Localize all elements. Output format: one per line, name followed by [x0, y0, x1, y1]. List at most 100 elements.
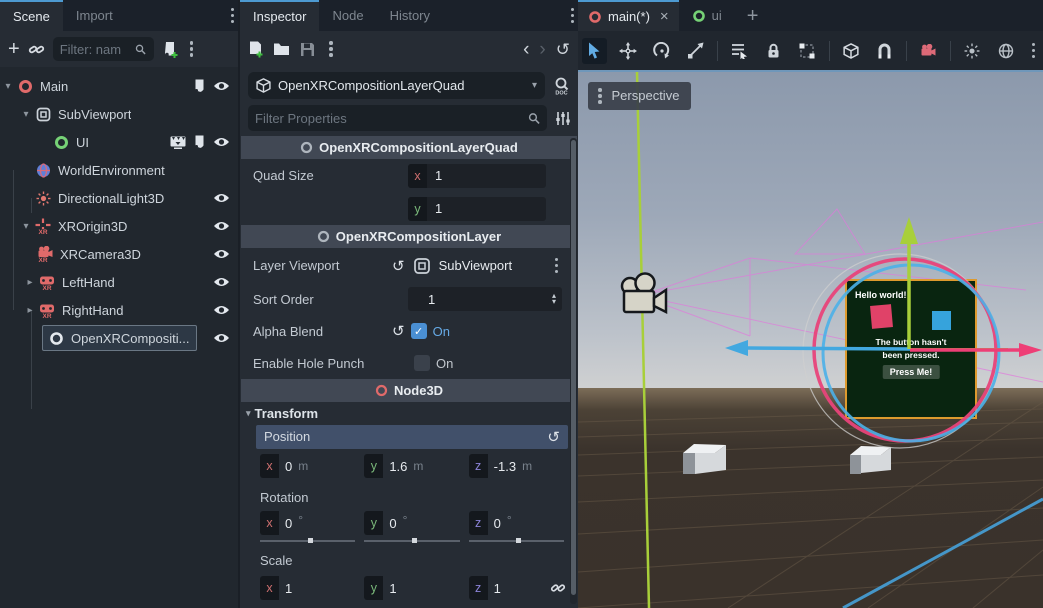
visibility-eye-icon[interactable]: [213, 136, 230, 148]
visibility-eye-icon[interactable]: [213, 248, 230, 260]
snap-magnet-button[interactable]: [872, 38, 897, 64]
save-resource-icon[interactable]: [300, 42, 315, 57]
spinner-arrows-icon[interactable]: ▴▾: [552, 293, 558, 305]
rotation-y-slider[interactable]: [364, 538, 459, 543]
rotate-tool-button[interactable]: [650, 38, 675, 64]
revert-icon[interactable]: ↺: [392, 322, 405, 340]
tree-row-worldenvironment[interactable]: WorldEnvironment: [0, 156, 238, 184]
lock-button[interactable]: [761, 38, 786, 64]
scene-tab-ui[interactable]: ui: [679, 0, 735, 31]
preview-sunlight-button[interactable]: [960, 38, 985, 64]
scene-toolbar-menu-icon[interactable]: [186, 39, 198, 59]
select-list-button[interactable]: [727, 38, 752, 64]
new-scene-tab-icon[interactable]: +: [735, 6, 771, 26]
history-back-icon[interactable]: ‹: [523, 40, 529, 59]
camera-preview-button[interactable]: [916, 38, 941, 64]
resource-options-icon[interactable]: [551, 256, 563, 276]
revert-icon[interactable]: ↺: [392, 257, 405, 275]
tree-row-subviewport[interactable]: ▾ SubViewport: [0, 100, 238, 128]
tab-inspector[interactable]: Inspector: [240, 0, 319, 31]
inspector-dock-menu-icon[interactable]: [567, 6, 579, 26]
alpha-blend-checkbox[interactable]: ✓: [411, 323, 427, 339]
tree-row-directionallight3d[interactable]: DirectionalLight3D: [0, 184, 238, 212]
preview-environment-button[interactable]: [994, 38, 1019, 64]
open-docs-icon[interactable]: DOC: [553, 77, 570, 95]
script-icon[interactable]: [193, 79, 206, 94]
tree-row-xrcamera3d[interactable]: XR XRCamera3D: [0, 240, 238, 268]
sort-order-field[interactable]: 1 ▴▾: [408, 287, 562, 311]
history-forward-icon[interactable]: ›: [539, 40, 545, 59]
property-tools-icon[interactable]: [555, 111, 570, 126]
node-type-chooser[interactable]: OpenXRCompositionLayerQuad ▾: [248, 72, 545, 99]
resource-menu-icon[interactable]: [325, 39, 337, 59]
tab-history[interactable]: History: [377, 0, 443, 31]
scale-tool-button[interactable]: [683, 38, 708, 64]
expand-icon[interactable]: ▸: [22, 277, 38, 288]
new-resource-icon[interactable]: [248, 41, 263, 58]
viewport-3d-scene[interactable]: Hello world! The button hasn't been pres…: [578, 70, 1043, 608]
right-controller-box[interactable]: [850, 446, 891, 474]
tree-row-xrorigin3d[interactable]: ▾ XR XROrigin3D: [0, 212, 238, 240]
quad-size-x-field[interactable]: x 1: [408, 164, 546, 188]
visibility-eye-icon[interactable]: [213, 220, 230, 232]
quad-size-y-field[interactable]: y 1: [408, 197, 546, 221]
scene-filter-input[interactable]: [60, 42, 136, 57]
quad-press-me-button[interactable]: Press Me!: [883, 365, 940, 379]
rotation-z-field[interactable]: z 0 °: [469, 511, 564, 535]
tree-row-righthand[interactable]: ▸ XR RightHand: [0, 296, 238, 324]
script-icon[interactable]: [193, 135, 206, 150]
revert-icon[interactable]: ↺: [547, 428, 560, 446]
tree-row-openxrcomposition[interactable]: OpenXRCompositi...: [0, 324, 238, 352]
visibility-eye-icon[interactable]: [213, 192, 230, 204]
visibility-eye-icon[interactable]: [213, 332, 230, 344]
inspector-scrollbar[interactable]: [570, 138, 577, 604]
selected-tree-item[interactable]: OpenXRCompositi...: [42, 325, 197, 351]
group-button[interactable]: [795, 38, 820, 64]
tree-row-ui[interactable]: UI: [0, 128, 238, 156]
position-x-field[interactable]: x 0 m: [260, 454, 355, 478]
tab-import[interactable]: Import: [63, 0, 126, 31]
edit-history-icon[interactable]: ↺: [556, 41, 570, 58]
left-controller-box[interactable]: [683, 444, 726, 474]
hole-punch-checkbox[interactable]: [414, 355, 430, 371]
view-menu-icon[interactable]: [1028, 41, 1040, 61]
local-space-button[interactable]: [839, 38, 864, 64]
layer-viewport-assign[interactable]: SubViewport: [411, 254, 545, 278]
rotation-x-field[interactable]: x 0 °: [260, 511, 355, 535]
transform-section-header[interactable]: ▾ Transform: [240, 402, 578, 424]
instance-scene-link-icon[interactable]: [28, 41, 45, 58]
position-z-field[interactable]: z -1.3 m: [469, 454, 564, 478]
scene-dock-menu-icon[interactable]: [227, 6, 239, 26]
scale-y-field[interactable]: y 1: [364, 576, 459, 600]
scale-link-icon[interactable]: [550, 580, 566, 596]
instanced-scene-icon[interactable]: [170, 136, 186, 149]
collapse-icon[interactable]: ▾: [0, 81, 16, 92]
composition-layer-quad[interactable]: Hello world! The button hasn't been pres…: [845, 279, 977, 419]
attach-script-icon[interactable]: [162, 41, 178, 58]
collapse-icon[interactable]: ▾: [18, 109, 34, 120]
tree-row-lefthand[interactable]: ▸ XR LeftHand: [0, 268, 238, 296]
position-property-header[interactable]: Position ↺: [256, 425, 568, 449]
tab-scene[interactable]: Scene: [0, 0, 63, 31]
scale-x-field[interactable]: x 1: [260, 576, 355, 600]
scale-values: x 1 y 1 z 1: [240, 572, 578, 604]
tree-row-main[interactable]: ▾ Main: [0, 72, 238, 100]
perspective-menu-button[interactable]: Perspective: [588, 82, 691, 110]
select-tool-button[interactable]: [582, 38, 607, 64]
position-y-field[interactable]: y 1.6 m: [364, 454, 459, 478]
visibility-eye-icon[interactable]: [213, 276, 230, 288]
load-resource-folder-icon[interactable]: [273, 42, 290, 56]
close-tab-icon[interactable]: ×: [660, 9, 669, 24]
visibility-eye-icon[interactable]: [213, 304, 230, 316]
rotation-x-slider[interactable]: [260, 538, 355, 543]
add-node-icon[interactable]: +: [8, 39, 20, 59]
collapse-icon[interactable]: ▾: [18, 221, 34, 232]
rotation-y-field[interactable]: y 0 °: [364, 511, 459, 535]
rotation-z-slider[interactable]: [469, 538, 564, 543]
visibility-eye-icon[interactable]: [213, 80, 230, 92]
expand-icon[interactable]: ▸: [22, 305, 38, 316]
filter-properties-input[interactable]: [255, 111, 528, 126]
move-tool-button[interactable]: [616, 38, 641, 64]
tab-node[interactable]: Node: [319, 0, 376, 31]
scene-tab-main[interactable]: main(*) ×: [578, 0, 679, 31]
